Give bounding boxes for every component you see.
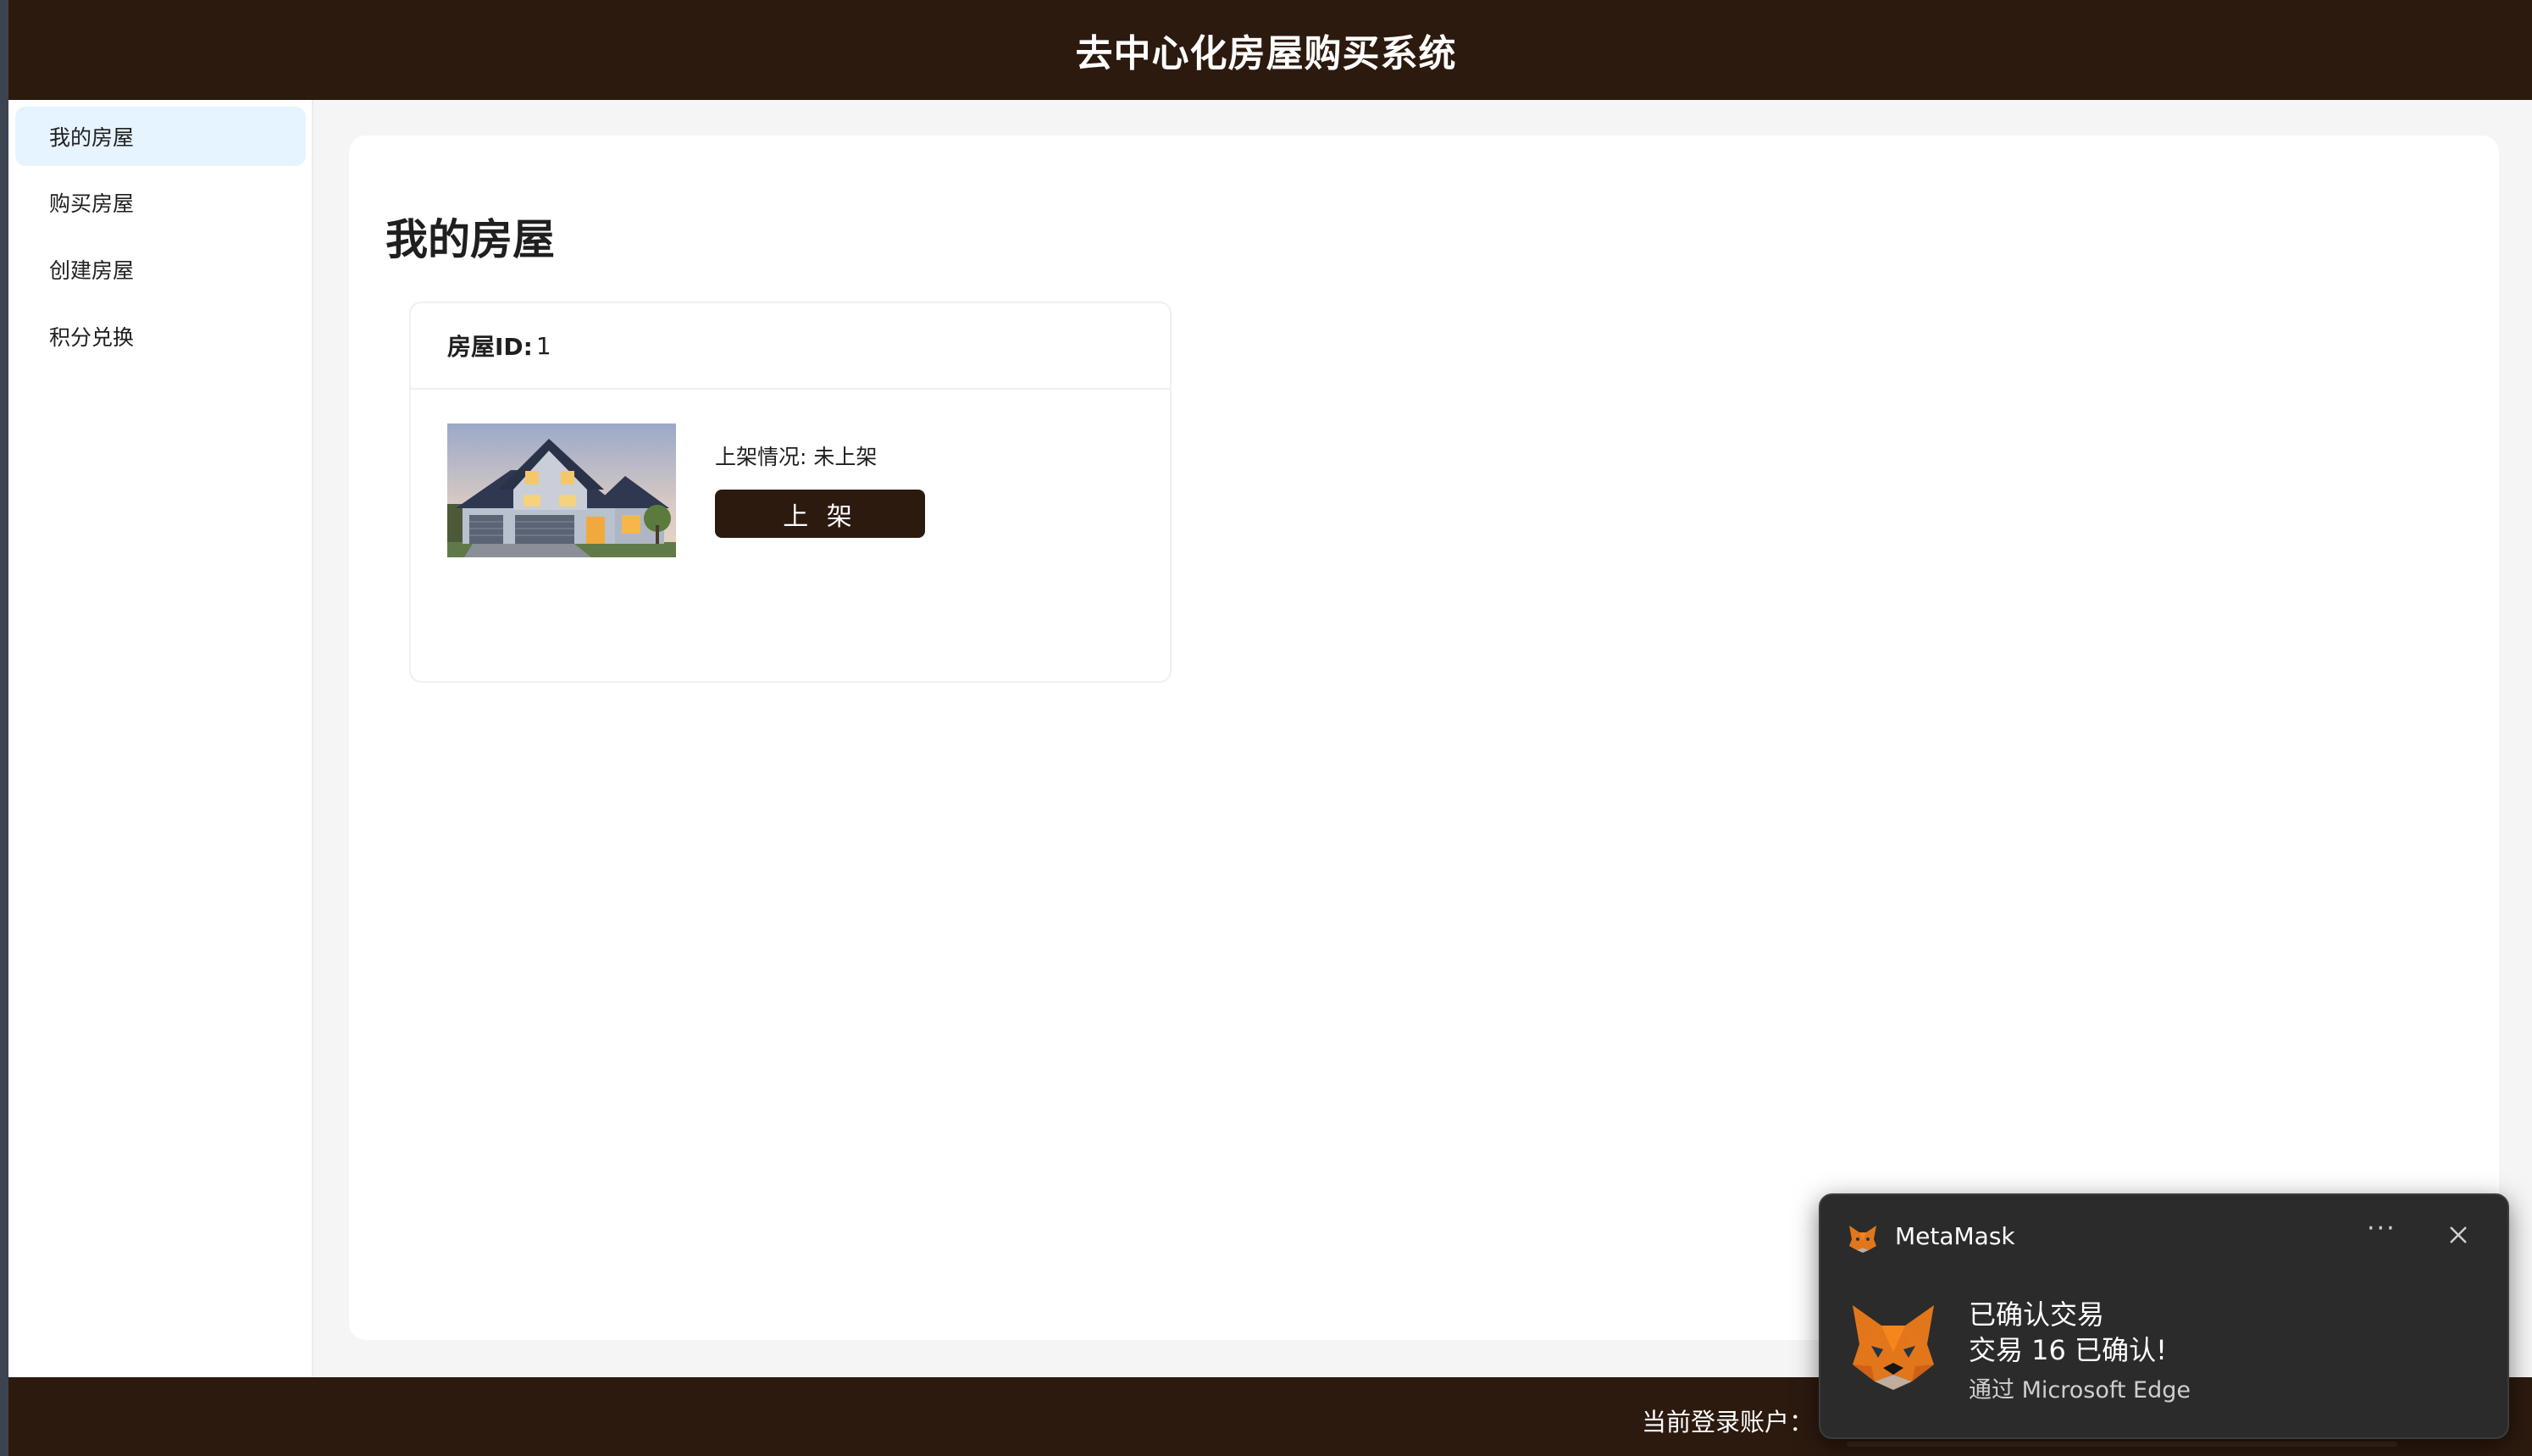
sidebar: 我的房屋 购买房屋 创建房屋 积分兑换 <box>8 100 313 1377</box>
more-options-icon[interactable]: ··· <box>2367 1214 2396 1243</box>
account-address-field <box>1847 1442 2397 1447</box>
toast-title: 已确认交易 <box>1969 1298 2105 1331</box>
house-id-value: 1 <box>535 331 551 360</box>
card-header: 房屋ID: 1 <box>411 303 1170 390</box>
sidebar-item-create-house[interactable]: 创建房屋 <box>15 240 306 299</box>
top-header: 去中心化房屋购买系统 <box>8 0 2532 100</box>
toast-source: 通过 Microsoft Edge <box>1969 1377 2191 1403</box>
main-content: 我的房屋 房屋ID: 1 上架情况: 未上架 上 架 <box>349 136 2499 1340</box>
sidebar-item-my-houses[interactable]: 我的房屋 <box>15 107 306 166</box>
current-account-label: 当前登录账户： <box>1642 1408 1815 1437</box>
listing-status: 上架情况: 未上架 <box>715 445 878 469</box>
house-id-label: 房屋ID: <box>447 333 533 361</box>
sidebar-item-points-exchange[interactable]: 积分兑换 <box>15 307 306 366</box>
toast-message: 交易 16 已确认! <box>1969 1334 2167 1366</box>
house-card: 房屋ID: 1 上架情况: 未上架 上 架 <box>409 302 1172 683</box>
app-title: 去中心化房屋购买系统 <box>1075 32 1457 75</box>
house-image <box>447 424 676 557</box>
metamask-fox-icon <box>1846 1297 1941 1392</box>
metamask-notification[interactable]: MetaMask ··· 已确认交易 交易 16 已确认! 通过 Microso… <box>1819 1193 2509 1439</box>
metamask-app-icon <box>1846 1221 1880 1254</box>
sidebar-item-buy-houses[interactable]: 购买房屋 <box>15 173 306 232</box>
list-house-button[interactable]: 上 架 <box>715 490 925 538</box>
toast-app-name: MetaMask <box>1895 1222 2015 1250</box>
page-title: 我的房屋 <box>385 215 555 264</box>
close-icon[interactable] <box>2446 1222 2471 1248</box>
